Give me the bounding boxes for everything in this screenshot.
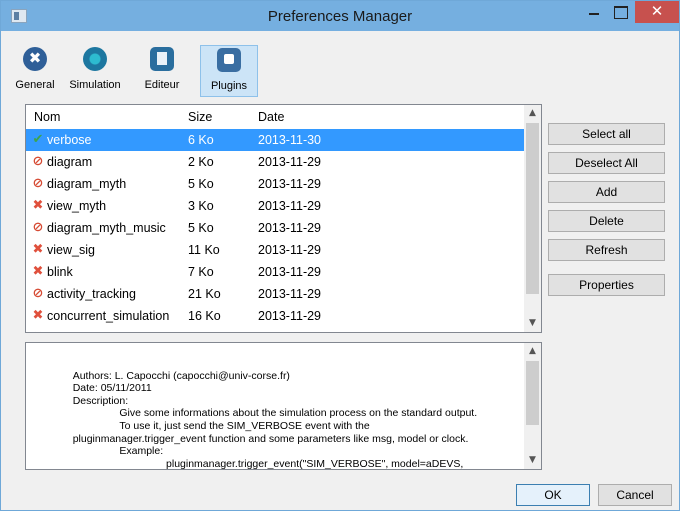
- list-scrollbar[interactable]: ▲ ▼: [524, 105, 541, 332]
- plugin-date: 2013-11-29: [258, 177, 322, 191]
- plugin-name: concurrent_simulation: [47, 309, 170, 323]
- plugin-name: view_sig: [47, 243, 95, 257]
- deselect-all-button[interactable]: Deselect All: [548, 152, 665, 174]
- plugin-row[interactable]: ⊘ diagram_myth 5 Ko 2013-11-29: [26, 173, 524, 195]
- plugin-date: 2013-11-29: [258, 155, 322, 169]
- scroll-up-arrow[interactable]: ▲: [524, 105, 541, 122]
- plugin-size: 16 Ko: [188, 309, 221, 323]
- plugin-row[interactable]: ⊘ activity_tracking 21 Ko 2013-11-29: [26, 283, 524, 305]
- plugin-row[interactable]: ⊘ diagram_myth_music 5 Ko 2013-11-29: [26, 217, 524, 239]
- plugin-name: AgileDEVS: [47, 331, 109, 332]
- plugin-description[interactable]: Authors: L. Capocchi (capocchi@univ-cors…: [25, 342, 542, 470]
- cross-icon[interactable]: ✖: [31, 243, 45, 257]
- plugin-date: 2013-11-29: [258, 221, 322, 235]
- select-all-button[interactable]: Select all: [548, 123, 665, 145]
- plugin-date: 2013-11-29: [258, 199, 322, 213]
- tab-label: Plugins: [210, 80, 248, 92]
- plugin-row[interactable]: ✖ blink 7 Ko 2013-11-29: [26, 261, 524, 283]
- plugin-row[interactable]: ✖ view_sig 11 Ko 2013-11-29: [26, 239, 524, 261]
- plugin-date: 2013-11-29: [258, 243, 322, 257]
- plugin-date: 2013-11-29: [258, 287, 322, 301]
- description-text: Authors: L. Capocchi (capocchi@univ-cors…: [72, 369, 478, 470]
- delete-button[interactable]: Delete: [548, 210, 665, 232]
- scroll-up-arrow[interactable]: ▲: [524, 343, 541, 360]
- tab-simulation[interactable]: Simulation: [63, 45, 127, 97]
- plugin-date: 2013-11-30: [258, 133, 322, 147]
- plugin-date: 2013-11-29: [258, 265, 322, 279]
- plugin-size: 27 Ko: [188, 331, 221, 332]
- cross-icon[interactable]: ✖: [31, 199, 45, 213]
- minimize-icon[interactable]: [581, 1, 607, 23]
- disc-icon: [83, 47, 107, 71]
- plugin-size: 11 Ko: [188, 243, 220, 257]
- plugin-size: 5 Ko: [188, 221, 214, 235]
- refresh-button[interactable]: Refresh: [548, 239, 665, 261]
- blocked-icon[interactable]: ⊘: [31, 155, 45, 169]
- plugin-size: 21 Ko: [188, 287, 221, 301]
- plugin-row[interactable]: ✖ concurrent_simulation 16 Ko 2013-11-29: [26, 305, 524, 327]
- tab-editeur[interactable]: Editeur: [129, 45, 195, 97]
- tab-label: Editeur: [144, 79, 180, 91]
- cross-icon[interactable]: ✖: [31, 309, 45, 323]
- check-icon[interactable]: ✔: [31, 133, 45, 147]
- tab-general[interactable]: ✖ General: [9, 45, 61, 97]
- plugin-row[interactable]: ✔ verbose 6 Ko 2013-11-30: [26, 129, 524, 151]
- maximize-icon[interactable]: [607, 1, 633, 23]
- tools-icon: ✖: [23, 47, 47, 71]
- ok-button[interactable]: OK: [516, 484, 590, 506]
- properties-button[interactable]: Properties: [548, 274, 665, 296]
- cross-icon[interactable]: ✖: [31, 265, 45, 279]
- plugins-list[interactable]: Nom Size Date ✔ verbose 6 Ko 2013-11-30 ⊘ dia…: [25, 104, 542, 333]
- tab-label: General: [15, 79, 55, 91]
- description-scrollbar[interactable]: ▲ ▼: [524, 343, 541, 469]
- plugin-date: 2013-11-29: [258, 331, 321, 332]
- cancel-button[interactable]: Cancel: [598, 484, 672, 506]
- plugin-name: diagram_myth: [47, 177, 127, 191]
- close-button[interactable]: ✕: [635, 1, 679, 23]
- plugin-row[interactable]: ⊘ diagram 2 Ko 2013-11-29: [26, 151, 524, 173]
- plugin-icon: [217, 48, 241, 72]
- plugin-name: blink: [47, 265, 73, 279]
- title-bar[interactable]: Preferences Manager ✕: [1, 1, 679, 31]
- cross-icon[interactable]: ✖: [31, 331, 45, 333]
- column-header-date[interactable]: Date: [258, 110, 284, 124]
- blocked-icon[interactable]: ⊘: [31, 287, 45, 301]
- document-icon: [150, 47, 174, 71]
- plugin-size: 7 Ko: [188, 265, 214, 279]
- plugin-name: diagram_myth_music: [47, 221, 166, 235]
- scroll-down-arrow[interactable]: ▼: [524, 452, 541, 469]
- column-header-size[interactable]: Size: [188, 110, 212, 124]
- plugin-size: 2 Ko: [188, 155, 214, 169]
- blocked-icon[interactable]: ⊘: [31, 177, 45, 191]
- scroll-thumb[interactable]: [526, 123, 539, 294]
- plugin-row[interactable]: ✖AgileDEVS 27 Ko 2013-11-29: [26, 327, 524, 333]
- tab-label: Simulation: [69, 79, 121, 91]
- tab-plugins[interactable]: Plugins: [200, 45, 258, 97]
- scroll-down-arrow[interactable]: ▼: [524, 315, 541, 332]
- preferences-window: Preferences Manager ✕ ✖ General Simulati…: [0, 0, 680, 511]
- plugin-date: 2013-11-29: [258, 309, 322, 323]
- add-button[interactable]: Add: [548, 181, 665, 203]
- scroll-thumb[interactable]: [526, 361, 539, 425]
- plugin-size: 3 Ko: [188, 199, 214, 213]
- plugin-name: view_myth: [47, 199, 107, 213]
- plugin-name: verbose: [47, 133, 92, 147]
- plugin-size: 5 Ko: [188, 177, 214, 191]
- plugin-size: 6 Ko: [188, 133, 214, 147]
- column-header-name[interactable]: Nom: [34, 110, 60, 124]
- plugin-name: activity_tracking: [47, 287, 136, 301]
- window-title: Preferences Manager: [267, 8, 413, 25]
- list-header: Nom Size Date: [26, 105, 526, 129]
- plugin-row[interactable]: ✖ view_myth 3 Ko 2013-11-29: [26, 195, 524, 217]
- toolbar: ✖ General Simulation Editeur Plugins: [1, 31, 679, 97]
- blocked-icon[interactable]: ⊘: [31, 221, 45, 235]
- plugin-name: diagram: [47, 155, 93, 169]
